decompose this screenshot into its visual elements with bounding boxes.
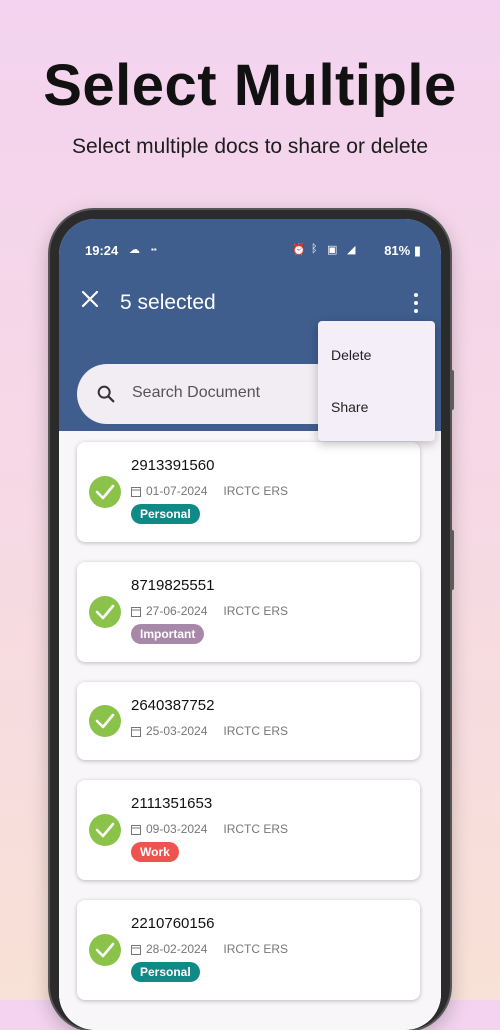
document-card[interactable]: 2640387752 25-03-2024 IRCTC ERS bbox=[77, 682, 420, 760]
alarm-icon: ⏰ bbox=[292, 244, 306, 256]
selected-check-icon[interactable] bbox=[89, 814, 121, 846]
app-notification-icon: ▪▪ bbox=[151, 245, 157, 254]
document-meta: 28-02-2024 IRCTC ERS bbox=[131, 942, 288, 956]
document-source: IRCTC ERS bbox=[223, 942, 289, 956]
calendar-icon bbox=[131, 825, 141, 835]
document-number: 2913391560 bbox=[131, 457, 215, 474]
document-date: 27-06-2024 bbox=[146, 604, 208, 618]
tag-badge: Personal bbox=[131, 962, 200, 982]
menu-item-share[interactable]: Share bbox=[331, 399, 368, 415]
document-meta: 01-07-2024 IRCTC ERS bbox=[131, 484, 288, 498]
close-icon[interactable] bbox=[78, 287, 102, 311]
selection-count: 5 selected bbox=[120, 291, 216, 314]
tag-badge: Work bbox=[131, 842, 179, 862]
tag-badge: Important bbox=[131, 624, 205, 644]
document-date: 28-02-2024 bbox=[146, 942, 208, 956]
search-icon bbox=[97, 385, 115, 403]
document-card[interactable]: 2111351653 09-03-2024 IRCTC ERS Work bbox=[77, 780, 420, 880]
menu-item-delete[interactable]: Delete bbox=[331, 347, 371, 363]
document-card[interactable]: 8719825551 27-06-2024 IRCTC ERS Important bbox=[77, 562, 420, 662]
calendar-icon bbox=[131, 487, 141, 497]
calendar-icon bbox=[131, 607, 141, 617]
document-date: 09-03-2024 bbox=[146, 822, 208, 836]
document-list: 2913391560 01-07-2024 IRCTC ERS Personal … bbox=[59, 431, 441, 1030]
document-number: 8719825551 bbox=[131, 577, 215, 594]
selected-check-icon[interactable] bbox=[89, 596, 121, 628]
document-meta: 27-06-2024 IRCTC ERS bbox=[131, 604, 288, 618]
more-options-icon[interactable] bbox=[413, 293, 419, 313]
selected-check-icon[interactable] bbox=[89, 934, 121, 966]
selected-check-icon[interactable] bbox=[89, 705, 121, 737]
document-date: 25-03-2024 bbox=[146, 724, 208, 738]
headline: Select Multiple bbox=[43, 53, 457, 118]
subheadline: Select multiple docs to share or delete bbox=[71, 135, 429, 158]
phone-frame: 19:24 ☁ ▪▪ ⏰ ᛒ ▣ ◢ 81% ▮ 5 selected Sear… bbox=[50, 210, 454, 1030]
data-saver-icon: ▣ bbox=[327, 244, 338, 256]
document-card[interactable]: 2210760156 28-02-2024 IRCTC ERS Personal bbox=[77, 900, 420, 1000]
volume-button bbox=[450, 370, 454, 410]
tag-badge: Personal bbox=[131, 504, 200, 524]
document-number: 2111351653 bbox=[131, 795, 213, 812]
document-number: 2210760156 bbox=[131, 915, 215, 932]
cloud-icon: ☁ bbox=[129, 244, 140, 256]
document-number: 2640387752 bbox=[131, 697, 215, 714]
status-time: 19:24 bbox=[85, 243, 119, 258]
battery-level: 81% ▮ bbox=[384, 243, 421, 258]
search-placeholder: Search Document bbox=[132, 384, 261, 401]
status-bar: 19:24 ☁ ▪▪ ⏰ ᛒ ▣ ◢ 81% ▮ bbox=[59, 237, 441, 267]
calendar-icon bbox=[131, 727, 141, 737]
document-meta: 09-03-2024 IRCTC ERS bbox=[131, 822, 288, 836]
signal-icon: ◢ bbox=[347, 244, 356, 256]
document-card[interactable]: 2913391560 01-07-2024 IRCTC ERS Personal bbox=[77, 442, 420, 542]
power-button bbox=[450, 530, 454, 590]
calendar-icon bbox=[131, 945, 141, 955]
phone-screen: 19:24 ☁ ▪▪ ⏰ ᛒ ▣ ◢ 81% ▮ 5 selected Sear… bbox=[59, 219, 441, 1030]
document-source: IRCTC ERS bbox=[223, 822, 289, 836]
selected-check-icon[interactable] bbox=[89, 476, 121, 508]
document-meta: 25-03-2024 IRCTC ERS bbox=[131, 724, 288, 738]
document-source: IRCTC ERS bbox=[223, 604, 289, 618]
document-date: 01-07-2024 bbox=[146, 484, 208, 498]
document-source: IRCTC ERS bbox=[223, 484, 289, 498]
bluetooth-icon: ᛒ bbox=[311, 243, 318, 255]
overflow-menu: Delete Share bbox=[318, 321, 435, 441]
document-source: IRCTC ERS bbox=[223, 724, 289, 738]
